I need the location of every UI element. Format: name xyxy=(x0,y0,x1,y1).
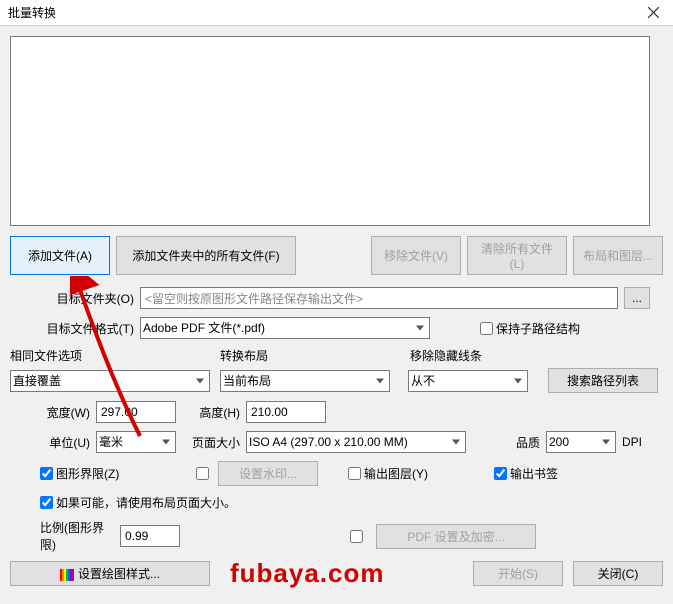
graphic-bounds-checkbox[interactable] xyxy=(40,467,53,480)
unit-label: 单位(U) xyxy=(10,434,96,451)
keep-subpath-checkbox[interactable] xyxy=(480,322,493,335)
hidden-select[interactable]: 从不 xyxy=(408,370,528,392)
close-icon[interactable] xyxy=(633,0,673,25)
watermark-text: fubaya.com xyxy=(230,558,385,589)
convert-layout-label: 转换布局 xyxy=(220,347,410,364)
add-file-button[interactable]: 添加文件(A) xyxy=(10,236,110,275)
output-layer-label: 输出图层(Y) xyxy=(364,465,494,482)
height-input[interactable] xyxy=(246,401,326,423)
use-layout-pagesize-label: 如果可能，请使用布局页面大小。 xyxy=(56,494,236,511)
palette-icon xyxy=(60,569,74,581)
output-bookmark-label: 输出书签 xyxy=(510,465,558,482)
width-label: 宽度(W) xyxy=(10,404,96,421)
layout-select[interactable]: 当前布局 xyxy=(220,370,390,392)
height-label: 高度(H) xyxy=(176,404,246,421)
file-list-box[interactable] xyxy=(10,36,650,226)
remove-file-button[interactable]: 移除文件(V) xyxy=(371,236,461,275)
pdf-settings-enable-checkbox[interactable] xyxy=(350,530,363,543)
set-plot-style-button[interactable]: 设置绘图样式... xyxy=(10,561,210,586)
width-input[interactable] xyxy=(96,401,176,423)
page-size-label: 页面大小 xyxy=(176,434,246,451)
scale-label: 比例(图形界限) xyxy=(10,519,120,553)
target-format-select[interactable]: Adobe PDF 文件(*.pdf) xyxy=(140,317,430,339)
use-layout-pagesize-checkbox[interactable] xyxy=(40,496,53,509)
page-size-select[interactable]: ISO A4 (297.00 x 210.00 MM) xyxy=(246,431,466,453)
dpi-select[interactable]: 200 xyxy=(546,431,616,453)
target-folder-input[interactable] xyxy=(140,287,618,309)
layout-layers-button[interactable]: 布局和图层... xyxy=(573,236,663,275)
add-folder-button[interactable]: 添加文件夹中的所有文件(F) xyxy=(116,236,296,275)
search-path-button[interactable]: 搜索路径列表 xyxy=(548,368,658,393)
clear-all-button[interactable]: 清除所有文件(L) xyxy=(467,236,567,275)
quality-label: 品质 xyxy=(466,434,546,451)
scale-input[interactable] xyxy=(120,525,180,547)
window-title: 批量转换 xyxy=(8,4,56,21)
same-file-option-label: 相同文件选项 xyxy=(10,347,220,364)
close-button[interactable]: 关闭(C) xyxy=(573,561,663,586)
watermark-enable-checkbox[interactable] xyxy=(196,467,209,480)
dpi-label: DPI xyxy=(616,435,642,449)
unit-select[interactable]: 毫米 xyxy=(96,431,176,453)
title-bar: 批量转换 xyxy=(0,0,673,26)
target-format-label: 目标文件格式(T) xyxy=(10,320,140,337)
keep-subpath-label: 保持子路径结构 xyxy=(496,320,580,337)
graphic-bounds-label: 图形界限(Z) xyxy=(56,465,196,482)
start-button[interactable]: 开始(S) xyxy=(473,561,563,586)
same-file-select[interactable]: 直接覆盖 xyxy=(10,370,210,392)
browse-folder-button[interactable]: ... xyxy=(624,287,650,309)
output-bookmark-checkbox[interactable] xyxy=(494,467,507,480)
pdf-settings-button[interactable]: PDF 设置及加密... xyxy=(376,524,536,549)
remove-hidden-label: 移除隐藏线条 xyxy=(410,347,482,364)
target-folder-label: 目标文件夹(O) xyxy=(10,290,140,307)
set-watermark-button[interactable]: 设置水印... xyxy=(218,461,318,486)
output-layer-checkbox[interactable] xyxy=(348,467,361,480)
